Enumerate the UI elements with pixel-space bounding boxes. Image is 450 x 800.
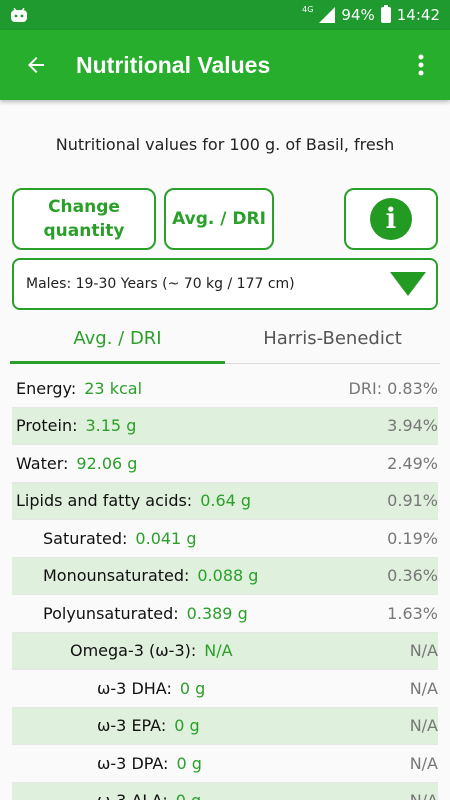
nutrient-dri-percent: N/A [409, 716, 438, 736]
nutrient-name: Lipids and fatty acids: [16, 491, 193, 511]
nutrient-list: Energy: 23 kcal DRI: 0.83% Protein: 3.15 g 3.… [12, 370, 438, 800]
app-bar: Nutritional Values [0, 30, 450, 100]
nutrient-dri-percent: DRI: 0.83% [348, 378, 438, 398]
nutrient-row[interactable]: Saturated: 0.041 g 0.19% [12, 520, 438, 558]
nutrient-dri-percent: N/A [409, 678, 438, 698]
battery-percent: 94% [341, 6, 375, 24]
action-buttons: Change quantity Avg. / DRI i [0, 188, 450, 250]
nutrient-name: Monounsaturated: [43, 566, 190, 586]
nutrient-value: N/A [204, 641, 233, 661]
tab-bar: Avg. / DRI Harris-Benedict [10, 314, 440, 364]
nutrient-name: Omega-3 (ω-3): [70, 641, 197, 661]
nutrient-name: Protein: [16, 416, 78, 436]
nutrient-value: 0 g [176, 753, 202, 773]
status-bar: 4G 94% 14:42 [0, 0, 450, 30]
profile-dropdown-value: Males: 19-30 Years (~ 70 kg / 177 cm) [26, 276, 295, 292]
nutrient-dri-percent: 3.94% [387, 416, 438, 436]
dropdown-arrow-icon [390, 272, 426, 296]
nutrient-value: 0 g [174, 716, 200, 736]
nutrient-value: 0 g [176, 791, 201, 800]
nutrient-row[interactable]: ω-3 EPA: 0 g N/A [12, 707, 438, 745]
nutrient-dri-percent: 0.36% [387, 566, 438, 586]
nutrient-row[interactable]: Polyunsaturated: 0.389 g 1.63% [12, 595, 438, 633]
food-subtitle: Nutritional values for 100 g. of Basil, … [55, 135, 395, 154]
nutrient-dri-percent: 0.91% [387, 491, 438, 511]
network-type: 4G [302, 4, 314, 14]
nutrient-row[interactable]: Water: 92.06 g 2.49% [12, 445, 438, 483]
nutrient-value: 92.06 g [76, 453, 138, 473]
nutrient-name: Polyunsaturated: [43, 603, 179, 623]
battery-icon [380, 5, 391, 23]
nutrient-row[interactable]: Lipids and fatty acids: 0.64 g 0.91% [12, 482, 438, 520]
nutrient-value: 0 g [179, 678, 206, 698]
back-button[interactable] [14, 43, 58, 87]
nutrient-row[interactable]: Omega-3 (ω-3): N/A N/A [12, 632, 438, 670]
profile-dropdown[interactable]: Males: 19-30 Years (~ 70 kg / 177 cm) [12, 258, 438, 310]
nutrient-row[interactable]: ω-3 DPA: 0 g N/A [12, 745, 438, 783]
avg-dri-button[interactable]: Avg. / DRI [164, 188, 274, 250]
nutrient-dri-percent: N/A [410, 791, 438, 800]
tab-harris-benedict[interactable]: Harris-Benedict [225, 314, 440, 363]
nutrient-row[interactable]: Monounsaturated: 0.088 g 0.36% [12, 557, 438, 595]
nutrient-row[interactable]: ω-3 ALA: 0 g N/A [12, 782, 438, 800]
nutrient-dri-percent: 0.19% [387, 528, 438, 548]
arrow-back-icon [28, 57, 44, 73]
overflow-menu-button[interactable] [406, 43, 436, 87]
nutrient-dri-percent: 1.63% [387, 603, 438, 623]
nutrient-name: ω-3 DPA: [97, 753, 169, 773]
page-title: Nutritional Values [76, 51, 271, 78]
nutrient-name: ω-3 ALA: [97, 791, 168, 800]
nutrient-value: 0.389 g [186, 603, 248, 623]
nutrient-name: Water: [16, 453, 69, 473]
nutrient-value: 0.64 g [200, 491, 252, 511]
nutrient-value: 23 kcal [84, 378, 143, 398]
nutrient-value: 0.088 g [197, 566, 259, 586]
info-icon: i [370, 198, 412, 240]
nutrient-name: Saturated: [43, 528, 128, 548]
nutrient-name: ω-3 DHA: [97, 678, 172, 698]
nutrient-dri-percent: N/A [409, 753, 438, 773]
nutrient-value: 3.15 g [85, 416, 137, 436]
nutrient-name: ω-3 EPA: [97, 716, 167, 736]
nutrient-name: Energy: [16, 378, 77, 398]
more-vertical-icon [418, 54, 424, 76]
nutrient-value: 0.041 g [135, 528, 197, 548]
change-quantity-button[interactable]: Change quantity [12, 188, 156, 250]
info-button[interactable]: i [344, 188, 438, 250]
android-icon [11, 8, 27, 22]
nutrient-row[interactable]: ω-3 DHA: 0 g N/A [12, 670, 438, 708]
tab-avg-dri[interactable]: Avg. / DRI [10, 314, 225, 364]
nutrient-dri-percent: N/A [409, 641, 438, 661]
nutrient-dri-percent: 2.49% [387, 453, 438, 473]
signal-icon [319, 7, 336, 23]
clock: 14:42 [396, 6, 440, 24]
nutrient-row[interactable]: Energy: 23 kcal DRI: 0.83% [12, 370, 438, 408]
nutrient-row[interactable]: Protein: 3.15 g 3.94% [12, 407, 438, 445]
